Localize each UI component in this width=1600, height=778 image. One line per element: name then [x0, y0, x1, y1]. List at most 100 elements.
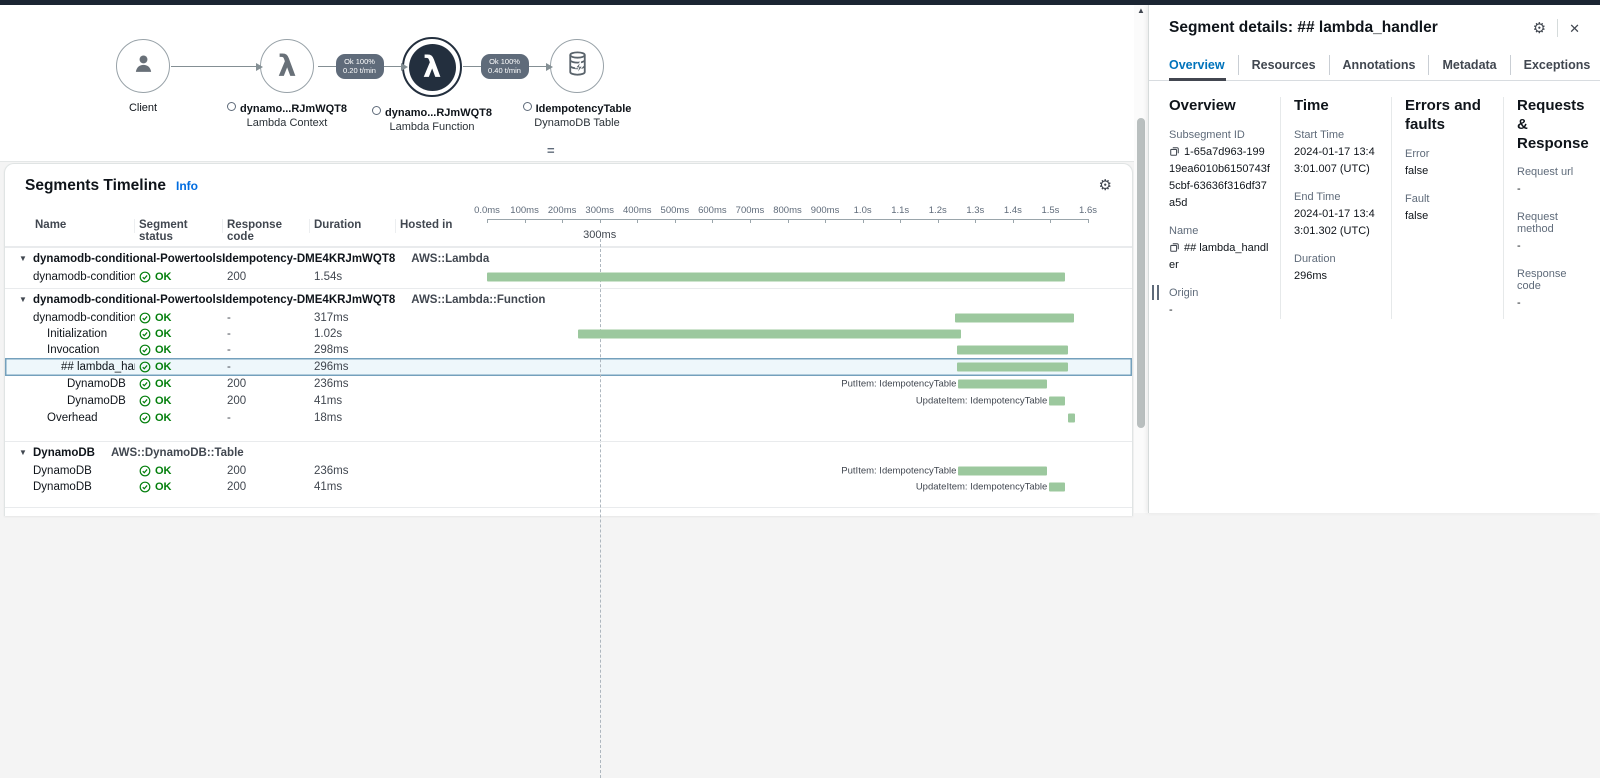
panel-resize-handle[interactable]	[1152, 285, 1159, 300]
map-resize-handle[interactable]: =	[547, 143, 555, 158]
panel-title-row: Segment details: ## lambda_handler ⚙ ✕	[1169, 5, 1580, 42]
field-label: Request method	[1517, 211, 1589, 235]
table-row[interactable]: DynamoDBOK200236msPutItem: IdempotencyTa…	[5, 463, 1132, 479]
axis-tick-label: 900ms	[811, 205, 840, 216]
table-row[interactable]: InitializationOK-1.02s	[5, 326, 1132, 342]
ok-circle-icon	[139, 465, 151, 477]
field-label: Subsegment ID	[1169, 129, 1270, 141]
segment-name: Initialization	[17, 328, 135, 340]
lambda-node-circle: λ	[260, 39, 314, 93]
response-code: -	[223, 312, 310, 324]
timeline-bar[interactable]	[957, 346, 1069, 355]
field-value: 1-65a7d963-19919ea6010b6150743f5cbf-6363…	[1169, 144, 1270, 212]
scrollbar-thumb[interactable]	[1137, 118, 1145, 428]
scrollbar-up-arrow-icon[interactable]: ▲	[1134, 6, 1148, 15]
section-heading: Overview	[1169, 97, 1261, 116]
timeline-bar[interactable]	[1049, 397, 1064, 406]
dynamodb-icon	[563, 49, 592, 83]
field-value: 2024-01-17 13:43:01.302 (UTC)	[1294, 206, 1381, 240]
column-header-response-code[interactable]: Response code	[223, 219, 310, 233]
table-row[interactable]: dynamodb-conditional-P...OK-317ms	[5, 310, 1132, 326]
table-row[interactable]: OverheadOK-18ms	[5, 410, 1132, 426]
collapse-arrow-icon[interactable]: ▼	[19, 448, 33, 457]
timeline-track	[487, 326, 1088, 342]
edge-metrics-badge[interactable]: Ok 100%0.20 t/min	[336, 54, 384, 79]
user-icon	[130, 50, 157, 82]
dynamodb-node-circle	[550, 39, 604, 93]
column-header-segment-status[interactable]: Segment status	[135, 219, 223, 233]
axis-tick-mark	[712, 219, 713, 223]
axis-tick-mark	[1013, 219, 1014, 223]
collapse-arrow-icon[interactable]: ▼	[19, 254, 33, 263]
timeline-track	[487, 310, 1088, 326]
tab-resources[interactable]: Resources	[1238, 55, 1329, 75]
service-map: Clientλdynamo...RJmWQT8Lambda Contextλdy…	[0, 5, 1134, 162]
info-link[interactable]: Info	[176, 179, 198, 193]
axis-tick-label: 800ms	[773, 205, 802, 216]
field-label: Duration	[1294, 253, 1381, 265]
service-map-node[interactable]: IdempotencyTableDynamoDB Table	[492, 39, 662, 129]
response-code: -	[223, 328, 310, 340]
timeline-track	[487, 342, 1088, 358]
table-row[interactable]: DynamoDBOK20041msUpdateItem: Idempotency…	[5, 479, 1132, 495]
axis-tick-mark	[900, 219, 901, 223]
axis-tick-label: 400ms	[623, 205, 652, 216]
field-value: -	[1517, 238, 1589, 255]
tab-overview[interactable]: Overview	[1169, 55, 1238, 75]
table-row[interactable]: DynamoDBOK20041msUpdateItem: Idempotency…	[5, 392, 1132, 410]
field-label: End Time	[1294, 191, 1381, 203]
timeline-bar[interactable]	[1049, 483, 1064, 492]
timeline-track: PutItem: IdempotencyTable	[487, 463, 1088, 479]
segment-status: OK	[135, 465, 223, 477]
close-icon[interactable]: ✕	[1569, 22, 1580, 35]
axis-tick-mark	[1088, 219, 1089, 223]
lambda-icon: λ	[409, 44, 456, 91]
axis-tick-mark	[938, 219, 939, 223]
segments-timeline-header: Segments Timeline Info ⚙	[5, 164, 1132, 201]
tab-metadata[interactable]: Metadata	[1428, 55, 1509, 75]
edge-metrics-badge[interactable]: Ok 100%0.40 t/min	[481, 54, 529, 79]
segment-status: OK	[135, 395, 223, 407]
section-heading: Requests & Response	[1517, 97, 1589, 153]
axis-tick-mark	[675, 219, 676, 223]
timeline-bar[interactable]	[958, 467, 1047, 476]
segment-status: OK	[135, 412, 223, 424]
panel-section-time: TimeStart Time2024-01-17 13:43:01.007 (U…	[1280, 97, 1391, 319]
copy-icon[interactable]	[1169, 242, 1184, 254]
group-row[interactable]: ▼dynamodb-conditional-PowertoolsIdempote…	[5, 288, 1132, 310]
response-code: 200	[223, 481, 310, 493]
column-header-hosted-in[interactable]: Hosted in	[396, 219, 487, 233]
response-code: 200	[223, 378, 310, 390]
timeline-bar[interactable]	[578, 330, 961, 339]
axis-tick-mark	[525, 219, 526, 223]
duration: 298ms	[310, 344, 396, 356]
panel-gear-icon[interactable]: ⚙	[1533, 21, 1546, 36]
group-type: AWS::Lambda::Function	[411, 294, 545, 306]
collapse-arrow-icon[interactable]: ▼	[19, 295, 33, 304]
column-header-duration[interactable]: Duration	[310, 219, 396, 233]
timeline-bar[interactable]	[957, 363, 1068, 372]
field-label: Fault	[1405, 193, 1493, 205]
table-row[interactable]: DynamoDBOK200236msPutItem: IdempotencyTa…	[5, 376, 1132, 392]
copy-icon[interactable]	[1169, 146, 1184, 158]
group-row[interactable]: ▼dynamodb-conditional-PowertoolsIdempote…	[5, 247, 1132, 269]
segment-name: DynamoDB	[17, 378, 135, 390]
segment-name: Overhead	[17, 412, 135, 424]
timeline-gear-icon[interactable]: ⚙	[1099, 178, 1112, 193]
ok-circle-icon	[139, 412, 151, 424]
column-header-name[interactable]: Name	[17, 219, 135, 233]
group-row[interactable]: ▼DynamoDBAWS::DynamoDB::Table	[5, 441, 1132, 463]
table-row[interactable]: dynamodb-conditional-P...OK2001.54s	[5, 269, 1132, 285]
timeline-bar[interactable]	[487, 273, 1065, 282]
axis-tick-label: 100ms	[510, 205, 539, 216]
response-code: -	[223, 361, 310, 373]
table-row[interactable]: ## lambda_handlerOK-296ms	[5, 358, 1132, 376]
bar-operation-label: UpdateItem: IdempotencyTable	[916, 482, 1048, 493]
tab-annotations[interactable]: Annotations	[1329, 55, 1429, 75]
tab-exceptions[interactable]: Exceptions	[1510, 55, 1600, 75]
table-row[interactable]: InvocationOK-298ms	[5, 342, 1132, 358]
timeline-bar[interactable]	[958, 380, 1047, 389]
timeline-bar[interactable]	[955, 314, 1074, 323]
segment-status: OK	[135, 378, 223, 390]
timeline-bar[interactable]	[1068, 414, 1075, 423]
